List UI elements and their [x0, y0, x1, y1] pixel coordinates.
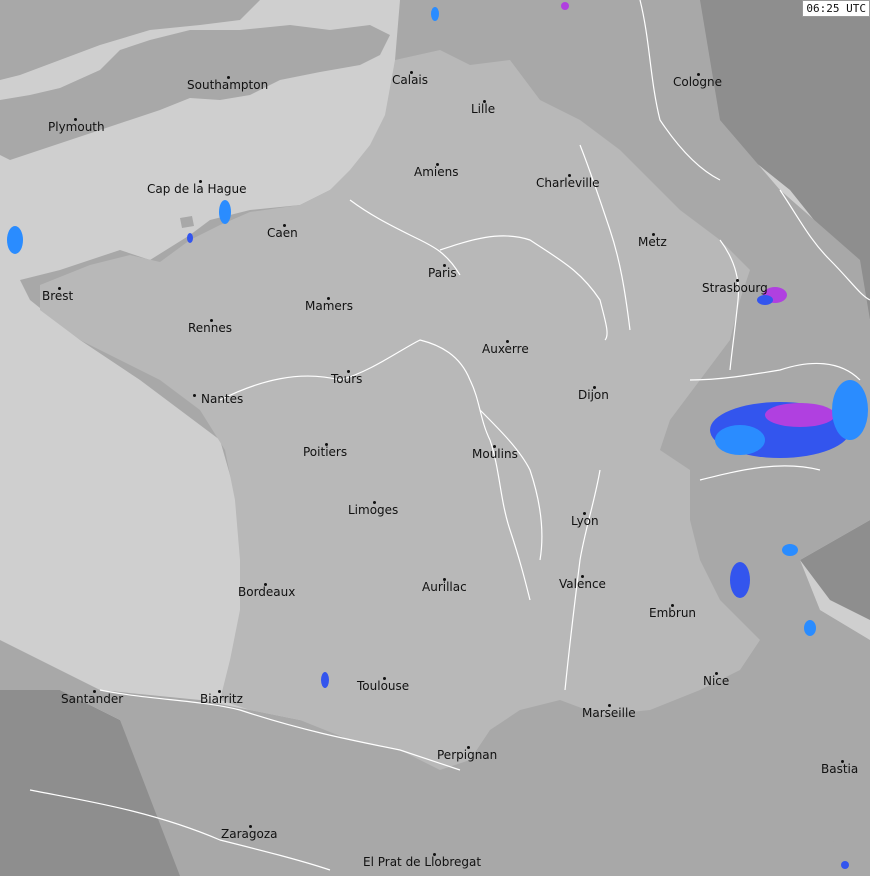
city-tours: Tours [331, 370, 363, 386]
city-brest: Brest [42, 287, 74, 303]
map-layer [0, 0, 870, 876]
city-charleville: Charleville [536, 174, 600, 190]
city-toulouse: Toulouse [357, 677, 410, 693]
city-nice: Nice [703, 672, 730, 688]
city-moulins: Moulins [472, 445, 518, 461]
city-nantes: Nantes [193, 392, 243, 406]
city-lille: Lille [471, 100, 496, 116]
city-lyon: Lyon [571, 512, 599, 528]
city-cologne: Cologne [673, 73, 723, 89]
city-caen: Caen [267, 224, 298, 240]
radar-map: Calais Southampton Cologne Lille Plymout… [0, 0, 870, 876]
city-biarritz: Biarritz [200, 690, 243, 706]
city-southampton: Southampton [187, 76, 269, 92]
city-mamers: Mamers [305, 297, 353, 313]
city-strasbourg: Strasbourg [702, 279, 768, 295]
city-zaragoza: Zaragoza [221, 825, 278, 841]
city-cap-de-la-hague: Cap de la Hague [147, 180, 247, 196]
city-auxerre: Auxerre [482, 340, 529, 356]
timestamp-label: 06:25 UTC [802, 0, 870, 17]
jersey [180, 216, 194, 228]
city-metz: Metz [638, 233, 667, 249]
city-paris: Paris [428, 264, 457, 280]
city-embrun: Embrun [649, 604, 697, 620]
city-aurillac: Aurillac [422, 578, 467, 594]
city-rennes: Rennes [188, 319, 233, 335]
city-el-prat: El Prat de Llobregat [363, 853, 482, 869]
city-dijon: Dijon [578, 386, 609, 402]
city-poitiers: Poitiers [303, 443, 348, 459]
city-perpignan: Perpignan [437, 746, 498, 762]
city-calais: Calais [392, 71, 429, 87]
city-limoges: Limoges [348, 501, 399, 517]
city-marseille: Marseille [582, 704, 636, 720]
city-valence: Valence [559, 575, 606, 591]
city-amiens: Amiens [414, 163, 459, 179]
city-bastia: Bastia [821, 760, 859, 776]
city-plymouth: Plymouth [48, 118, 105, 134]
city-santander: Santander [61, 690, 124, 706]
city-bordeaux: Bordeaux [238, 583, 296, 599]
